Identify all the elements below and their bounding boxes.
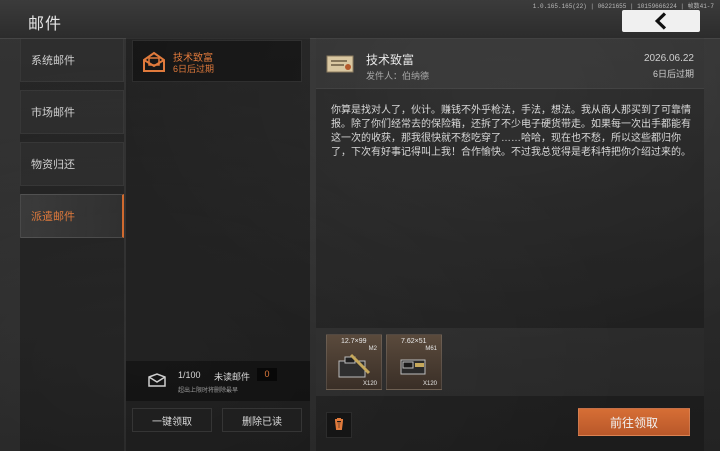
attachment-item[interactable]: 7.62×51 M61 X120 xyxy=(386,334,442,390)
mailbox-count: 1/100 未读邮件 0 超出上限时将删除最早 xyxy=(126,361,310,401)
nav-item-market-mail[interactable]: 市场邮件 xyxy=(20,90,124,134)
attachments-strip: 12.7×99 M2 X120 7.62×51 M61 X120 xyxy=(316,328,704,396)
delete-mail-button[interactable] xyxy=(326,412,352,438)
attachment-qty: X120 xyxy=(362,381,377,387)
attachment-qty: X120 xyxy=(422,381,437,387)
attachment-caliber: 7.62×51 xyxy=(401,338,427,345)
ammo-box-icon xyxy=(337,353,371,384)
delete-read-button[interactable]: 删除已读 xyxy=(222,408,302,432)
mail-detail-panel: 技术致富 发件人：伯纳德 2026.06.22 6日后过期 你算是找对人了，伙计… xyxy=(316,38,704,451)
attachment-name: M2 xyxy=(368,346,377,352)
back-button[interactable] xyxy=(622,10,700,32)
attachment-name: M61 xyxy=(425,346,437,352)
nav-item-dispatch-mail[interactable]: 派遣邮件 xyxy=(20,194,124,238)
mail-detail-subject: 技术致富 xyxy=(366,53,415,67)
go-claim-button[interactable]: 前往领取 xyxy=(578,408,690,436)
claim-all-button[interactable]: 一键领取 xyxy=(132,408,212,432)
version-text: 1.0.165.165(22) | 06221655 | 10159666224… xyxy=(532,3,714,10)
nav-item-system-mail[interactable]: 系统邮件 xyxy=(20,38,124,82)
attachment-caliber: 12.7×99 xyxy=(341,338,367,345)
mail-list-item[interactable]: 技术致富 6日后过期 xyxy=(132,40,302,82)
left-nav: 系统邮件 市场邮件 物资归还 派遣邮件 xyxy=(20,38,124,451)
limit-hint: 超出上限时将删除最早 xyxy=(178,388,239,394)
mail-expire: 6日后过期 xyxy=(173,64,215,74)
letter-paper-icon xyxy=(326,54,354,79)
chevron-left-icon xyxy=(652,12,670,30)
open-envelope-icon xyxy=(141,49,167,80)
mail-sender: 发件人：伯纳德 xyxy=(366,71,430,81)
trash-icon xyxy=(332,416,346,435)
mail-detail-expire: 6日后过期 xyxy=(652,69,694,79)
nav-item-label: 派遣邮件 xyxy=(31,211,75,223)
mail-date: 2026.06.22 xyxy=(643,53,694,64)
unread-label: 未读邮件 xyxy=(214,372,251,382)
detail-bottom-bar: 前往领取 xyxy=(316,402,704,438)
mail-body: 你算是找对人了，伙计。赚钱不外乎枪法，手法，想法。我从商人那买到了可靠情报。除了… xyxy=(331,105,691,158)
top-bar: 邮件 1.0.165.165(22) | 06221655 | 10159666… xyxy=(0,0,720,39)
envelope-icon xyxy=(148,373,166,392)
ammo-box-icon xyxy=(397,353,431,384)
attachment-item[interactable]: 12.7×99 M2 X120 xyxy=(326,334,382,390)
nav-item-supply-return[interactable]: 物资归还 xyxy=(20,142,124,186)
mail-list-panel: 技术致富 6日后过期 1/100 未读邮件 0 超出上限时将删除最早 一键领取 … xyxy=(126,38,310,451)
mail-header: 技术致富 发件人：伯纳德 2026.06.22 6日后过期 xyxy=(316,38,704,89)
mail-count: 1/100 xyxy=(178,370,201,380)
page-title: 邮件 xyxy=(28,16,63,33)
nav-item-label: 系统邮件 xyxy=(31,55,75,67)
nav-item-label: 物资归还 xyxy=(31,159,75,171)
nav-item-label: 市场邮件 xyxy=(31,107,75,119)
unread-count-badge: 0 xyxy=(257,368,277,381)
